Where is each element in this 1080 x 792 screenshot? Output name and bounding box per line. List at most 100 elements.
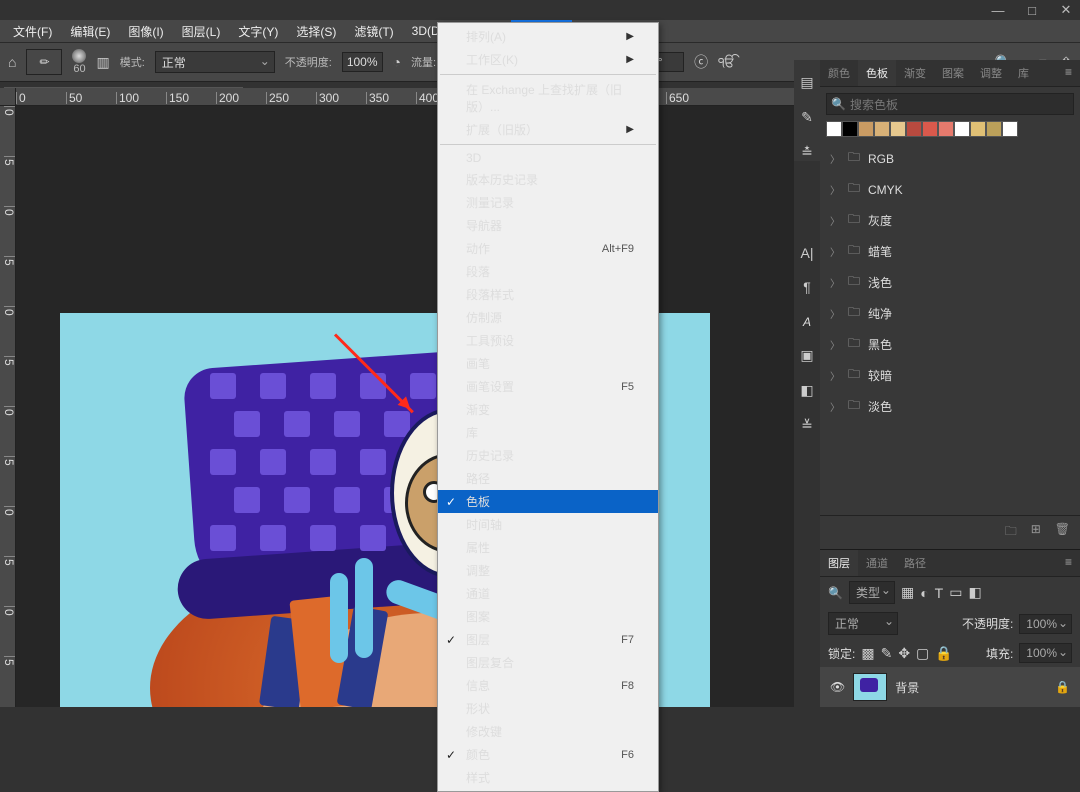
menu-item-画笔[interactable]: 画笔 xyxy=(438,352,658,375)
adjust-toggle-icon[interactable]: ≛ xyxy=(801,144,813,161)
menu-item-形状[interactable]: 形状 xyxy=(438,697,658,720)
layer-filter-dropdown[interactable]: 类型 xyxy=(849,581,895,604)
brush-tool-icon[interactable]: ✏ xyxy=(26,49,62,75)
filter-smart-icon[interactable]: ◧ xyxy=(968,584,981,601)
swatch[interactable] xyxy=(890,121,906,137)
swatch-folder-黑色[interactable]: 〉🗀黑色 xyxy=(820,329,1080,360)
filter-adjust-icon[interactable]: ◐ xyxy=(920,585,928,601)
menu-item-版本历史记录[interactable]: 版本历史记录 xyxy=(438,168,658,191)
swatch[interactable] xyxy=(970,121,986,137)
menu-item-工具预设[interactable]: 工具预设 xyxy=(438,329,658,352)
swatch[interactable] xyxy=(1002,121,1018,137)
menu-item-图层[interactable]: ✓图层F7 xyxy=(438,628,658,651)
menu-item-信息[interactable]: 信息F8 xyxy=(438,674,658,697)
panel-tab-色板[interactable]: 色板 xyxy=(858,60,896,86)
brush-preset-picker[interactable]: 60 xyxy=(72,49,86,75)
visibility-icon[interactable]: 👁 xyxy=(830,680,845,694)
menu-滤镜(T)[interactable]: 滤镜(T) xyxy=(345,20,402,43)
lock-paint-icon[interactable]: ✎ xyxy=(881,645,893,662)
swatch-folder-蜡笔[interactable]: 〉🗀蜡笔 xyxy=(820,236,1080,267)
blend-mode-dropdown[interactable]: 正常 xyxy=(155,51,275,73)
menu-图层(L)[interactable]: 图层(L) xyxy=(173,20,230,43)
layer-blend-dropdown[interactable]: 正常 xyxy=(828,612,898,635)
trash-icon[interactable]: 🗑 xyxy=(1055,522,1070,543)
panel-tab-图层[interactable]: 图层 xyxy=(820,550,858,576)
symmetry-icon[interactable]: ⓒ xyxy=(694,52,708,72)
menu-item-动作[interactable]: 动作Alt+F9 xyxy=(438,237,658,260)
swatch[interactable] xyxy=(986,121,1002,137)
menu-item-段落[interactable]: 段落 xyxy=(438,260,658,283)
swatch-folder-纯净[interactable]: 〉🗀纯净 xyxy=(820,298,1080,329)
swatches-toggle-icon[interactable]: ▤ xyxy=(800,74,813,91)
menu-item-排列(A)[interactable]: 排列(A)▶ xyxy=(438,25,658,48)
menu-图像(I)[interactable]: 图像(I) xyxy=(119,20,172,43)
swatch[interactable] xyxy=(938,121,954,137)
pressure-opacity-icon[interactable]: ◔ xyxy=(393,54,401,70)
menu-文件(F)[interactable]: 文件(F) xyxy=(4,20,61,43)
panel-tab-渐变[interactable]: 渐变 xyxy=(896,60,934,86)
menu-item-属性[interactable]: 属性 xyxy=(438,536,658,559)
paragraph-icon[interactable]: ¶ xyxy=(803,279,811,295)
panel-tab-通道[interactable]: 通道 xyxy=(858,550,896,576)
lock-artboard-icon[interactable]: ▢ xyxy=(916,645,929,662)
swatch[interactable] xyxy=(954,121,970,137)
swatch-folder-淡色[interactable]: 〉🗀淡色 xyxy=(820,391,1080,422)
swatch-folder-CMYK[interactable]: 〉🗀CMYK xyxy=(820,174,1080,205)
menu-item-历史记录[interactable]: 历史记录 xyxy=(438,444,658,467)
swatch[interactable] xyxy=(842,121,858,137)
glyphs-icon[interactable]: A xyxy=(803,313,811,329)
menu-item-图案[interactable]: 图案 xyxy=(438,605,658,628)
lock-move-icon[interactable]: ✥ xyxy=(898,645,910,662)
menu-文字(Y)[interactable]: 文字(Y) xyxy=(229,20,287,43)
menu-item-段落样式[interactable]: 段落样式 xyxy=(438,283,658,306)
menu-item-工作区(K)[interactable]: 工作区(K)▶ xyxy=(438,48,658,71)
swatch-folder-灰度[interactable]: 〉🗀灰度 xyxy=(820,205,1080,236)
home-icon[interactable]: ⌂ xyxy=(8,54,16,70)
panel-menu-icon[interactable]: ≡ xyxy=(1057,550,1080,576)
menu-item-3D[interactable]: 3D xyxy=(438,148,658,168)
menu-item-样式[interactable]: 样式 xyxy=(438,766,658,789)
swatch-folder-浅色[interactable]: 〉🗀浅色 xyxy=(820,267,1080,298)
settings-icon[interactable]: ≚ xyxy=(801,417,813,434)
butterfly-icon[interactable]: ੴ xyxy=(718,54,735,71)
window-minimize-button[interactable]: — xyxy=(990,3,1006,18)
layer-row-background[interactable]: 👁 背景 🔒 xyxy=(820,667,1080,707)
menu-item-色板[interactable]: ✓色板 xyxy=(438,490,658,513)
swatch[interactable] xyxy=(874,121,890,137)
swatch[interactable] xyxy=(922,121,938,137)
menu-item-在 Exchange 上查找扩展（旧版）...[interactable]: 在 Exchange 上查找扩展（旧版）... xyxy=(438,78,658,118)
properties-icon[interactable]: ▣ xyxy=(800,347,813,364)
menu-item-渐变[interactable]: 渐变 xyxy=(438,398,658,421)
menu-item-仿制源[interactable]: 仿制源 xyxy=(438,306,658,329)
menu-item-修改键[interactable]: 修改键 xyxy=(438,720,658,743)
menu-item-扩展（旧版）[interactable]: 扩展（旧版）▶ xyxy=(438,118,658,141)
menu-item-调整[interactable]: 调整 xyxy=(438,559,658,582)
window-close-button[interactable]: ✕ xyxy=(1058,2,1074,18)
swatch[interactable] xyxy=(826,121,842,137)
menu-item-通道[interactable]: 通道 xyxy=(438,582,658,605)
lock-transparent-icon[interactable]: ▩ xyxy=(861,645,874,662)
menu-item-库[interactable]: 库 xyxy=(438,421,658,444)
panel-tab-调整[interactable]: 调整 xyxy=(972,60,1010,86)
swatch-search[interactable]: 🔍 搜索色板 xyxy=(826,93,1074,115)
menu-item-图层复合[interactable]: 图层复合 xyxy=(438,651,658,674)
character-icon[interactable]: A| xyxy=(801,245,814,261)
panel-tab-图案[interactable]: 图案 xyxy=(934,60,972,86)
brush-panel-toggle-icon[interactable]: ▥ xyxy=(96,54,109,71)
panel-tab-库[interactable]: 库 xyxy=(1010,60,1037,86)
panel-tab-路径[interactable]: 路径 xyxy=(896,550,934,576)
menu-item-测量记录[interactable]: 测量记录 xyxy=(438,191,658,214)
filter-type-icon[interactable]: T xyxy=(935,585,944,601)
swatch-folder-RGB[interactable]: 〉🗀RGB xyxy=(820,143,1080,174)
folder-icon[interactable]: 🗀 xyxy=(1005,522,1017,543)
layer-opacity-field[interactable]: 100% xyxy=(1019,614,1072,634)
layer-fill-field[interactable]: 100% xyxy=(1019,643,1072,663)
menu-item-画笔设置[interactable]: 画笔设置F5 xyxy=(438,375,658,398)
filter-pixel-icon[interactable]: ▦ xyxy=(901,584,914,601)
menu-item-路径[interactable]: 路径 xyxy=(438,467,658,490)
opacity-field[interactable]: 100% xyxy=(342,52,383,72)
swatch-folder-较暗[interactable]: 〉🗀较暗 xyxy=(820,360,1080,391)
layers-icon[interactable]: ◧ xyxy=(800,382,813,399)
brush-toggle-icon[interactable]: ✎ xyxy=(801,109,813,126)
menu-编辑(E)[interactable]: 编辑(E) xyxy=(61,20,119,43)
